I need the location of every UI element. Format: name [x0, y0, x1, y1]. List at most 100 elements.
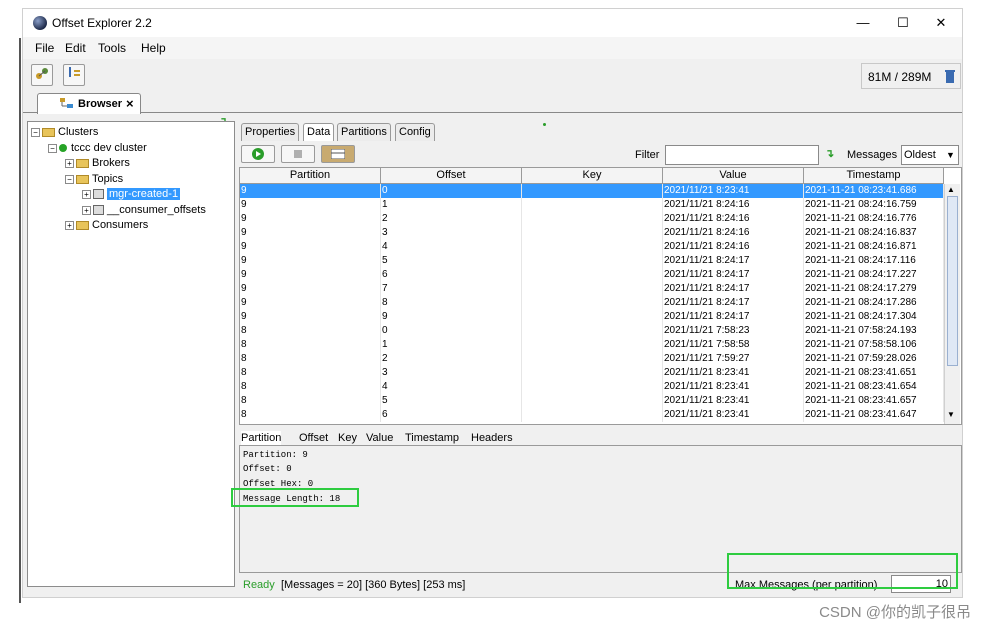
col-header-offset[interactable]: Offset — [381, 168, 522, 184]
expand-icon[interactable]: + — [82, 205, 91, 215]
cell-offset: 1 — [381, 338, 522, 352]
cell-key — [522, 338, 663, 352]
messages-select[interactable]: Oldest ▼ — [901, 145, 959, 165]
table-row[interactable]: 9 0 2021/11/21 8:23:41 2021-11-21 08:23:41.… — [240, 184, 944, 198]
table-body: 9 0 2021/11/21 8:23:41 2021-11-21 08:23:41.… — [240, 184, 944, 424]
expand-icon[interactable]: + — [65, 220, 74, 230]
cell-offset: 4 — [381, 380, 522, 394]
menu-help[interactable]: Help — [141, 41, 166, 55]
tab-properties[interactable]: Properties — [241, 123, 300, 141]
table-row[interactable]: 8 2 2021/11/21 7:59:27 2021-11-21 07:59:28.… — [240, 352, 944, 366]
run-button[interactable] — [241, 145, 275, 163]
expand-icon[interactable]: + — [65, 158, 74, 168]
collapse-icon[interactable]: − — [31, 127, 40, 137]
cell-timestamp: 2021-11-21 08:23:41.647 — [804, 408, 944, 422]
close-button[interactable]: ✕ — [926, 13, 956, 33]
table-row[interactable]: 8 3 2021/11/21 8:23:41 2021-11-21 08:23:41.… — [240, 366, 944, 380]
tab-browser-close[interactable]: × — [126, 96, 134, 111]
stop-button[interactable] — [281, 145, 315, 163]
messages-table: Partition Offset Key Value Timestamp 902… — [239, 167, 962, 425]
cell-partition: 9 — [240, 212, 381, 226]
menu-tools[interactable]: Tools — [98, 41, 126, 55]
table-row[interactable]: 8 4 2021/11/21 8:23:41 2021-11-21 08:23:41.… — [240, 380, 944, 394]
tree-topics[interactable]: − Topics — [65, 173, 123, 185]
cell-partition: 8 — [240, 352, 381, 366]
menu-edit[interactable]: Edit — [65, 41, 86, 55]
scroll-thumb[interactable] — [947, 196, 958, 366]
tree-topic-consumer-offsets[interactable]: + __consumer_offsets — [82, 204, 206, 216]
tab-data[interactable]: Data — [303, 123, 335, 141]
cell-timestamp: 2021-11-21 08:23:41.657 — [804, 394, 944, 408]
scroll-down-icon[interactable]: ▼ — [947, 410, 955, 419]
edit-cluster-button[interactable] — [63, 64, 85, 86]
col-header-key[interactable]: Key — [522, 168, 663, 184]
table-row[interactable]: 8 5 2021/11/21 8:23:41 2021-11-21 08:23:41.… — [240, 394, 944, 408]
folder-icon — [76, 158, 89, 168]
scroll-up-icon[interactable]: ▲ — [947, 185, 955, 194]
cell-value: 2021/11/21 8:24:17 — [663, 282, 804, 296]
col-header-value[interactable]: Value — [663, 168, 804, 184]
table-row[interactable]: 9 6 2021/11/21 8:24:17 2021-11-21 08:24:17.… — [240, 268, 944, 282]
cell-key — [522, 254, 663, 268]
col-header-partition[interactable]: Partition — [240, 168, 381, 184]
tree-topic-mgr-created-1[interactable]: + mgr-created-1 — [82, 188, 181, 200]
table-row[interactable]: 9 5 2021/11/21 8:24:17 2021-11-21 08:24:17.… — [240, 254, 944, 268]
play-icon — [252, 148, 264, 160]
cell-timestamp: 2021-11-21 08:24:17.286 — [804, 296, 944, 310]
cell-offset: 6 — [381, 268, 522, 282]
cell-partition: 9 — [240, 282, 381, 296]
table-row[interactable]: 9 8 2021/11/21 8:24:17 2021-11-21 08:24:17.… — [240, 296, 944, 310]
tab-config[interactable]: Config — [395, 123, 435, 141]
cell-timestamp: 2021-11-21 08:24:17.279 — [804, 282, 944, 296]
tree-cluster-label: tccc dev cluster — [71, 142, 147, 154]
collapse-icon[interactable]: − — [48, 143, 57, 153]
view-toggle-button[interactable] — [321, 145, 355, 163]
table-row[interactable]: 8 1 2021/11/21 7:58:58 2021-11-21 07:58:58.… — [240, 338, 944, 352]
tree-clusters[interactable]: − Clusters — [31, 126, 98, 138]
cell-partition: 9 — [240, 226, 381, 240]
filter-apply-icon[interactable]: ↴ — [825, 147, 834, 160]
cell-partition: 9 — [240, 310, 381, 324]
table-row[interactable]: 9 2 2021/11/21 8:24:16 2021-11-21 08:24:16.… — [240, 212, 944, 226]
cell-value: 2021/11/21 8:24:16 — [663, 198, 804, 212]
tab-browser-label: Browser — [78, 98, 123, 110]
add-cluster-button[interactable] — [31, 64, 53, 86]
tree-cluster[interactable]: − tccc dev cluster — [48, 142, 147, 154]
col-header-timestamp[interactable]: Timestamp — [804, 168, 944, 184]
collapse-icon[interactable]: − — [65, 174, 74, 184]
tab-partitions[interactable]: Partitions — [337, 123, 391, 141]
filter-input[interactable] — [665, 145, 819, 165]
table-row[interactable]: 9 3 2021/11/21 8:24:16 2021-11-21 08:24:16.… — [240, 226, 944, 240]
messages-label: Messages — [847, 149, 898, 161]
topic-icon — [93, 205, 104, 216]
tree-brokers[interactable]: + Brokers — [65, 157, 130, 169]
highlight-max-messages — [727, 553, 958, 589]
table-row[interactable]: 9 4 2021/11/21 8:24:16 2021-11-21 08:24:16.… — [240, 240, 944, 254]
maximize-button[interactable]: ☐ — [888, 13, 918, 33]
cell-offset: 8 — [381, 296, 522, 310]
cell-key — [522, 310, 663, 324]
folder-open-icon — [76, 174, 89, 184]
cell-value: 2021/11/21 8:24:17 — [663, 310, 804, 324]
stop-icon — [294, 150, 302, 158]
cell-value: 2021/11/21 8:24:16 — [663, 240, 804, 254]
tab-browser[interactable]: Browser × — [37, 93, 141, 114]
cell-offset: 3 — [381, 226, 522, 240]
list-view-icon — [330, 148, 346, 160]
garbage-collect-icon[interactable] — [944, 69, 956, 84]
tree-consumers[interactable]: + Consumers — [65, 219, 148, 231]
menu-file[interactable]: File — [35, 41, 54, 55]
table-scrollbar[interactable]: ▲ ▼ — [944, 184, 960, 424]
table-row[interactable]: 8 0 2021/11/21 7:58:23 2021-11-21 07:58:24.… — [240, 324, 944, 338]
cell-offset: 3 — [381, 366, 522, 380]
expand-icon[interactable]: + — [82, 189, 91, 199]
table-row[interactable]: 9 1 2021/11/21 8:24:16 2021-11-21 08:24:16.… — [240, 198, 944, 212]
minimize-button[interactable]: — — [848, 13, 878, 33]
cell-timestamp: 2021-11-21 07:58:24.193 — [804, 324, 944, 338]
cell-value: 2021/11/21 7:58:58 — [663, 338, 804, 352]
tree-clusters-label: Clusters — [58, 126, 99, 138]
table-row[interactable]: 9 9 2021/11/21 8:24:17 2021-11-21 08:24:17.… — [240, 310, 944, 324]
status-ready: Ready — [243, 579, 275, 591]
table-row[interactable]: 8 6 2021/11/21 8:23:41 2021-11-21 08:23:41.… — [240, 408, 944, 422]
table-row[interactable]: 9 7 2021/11/21 8:24:17 2021-11-21 08:24:17.… — [240, 282, 944, 296]
